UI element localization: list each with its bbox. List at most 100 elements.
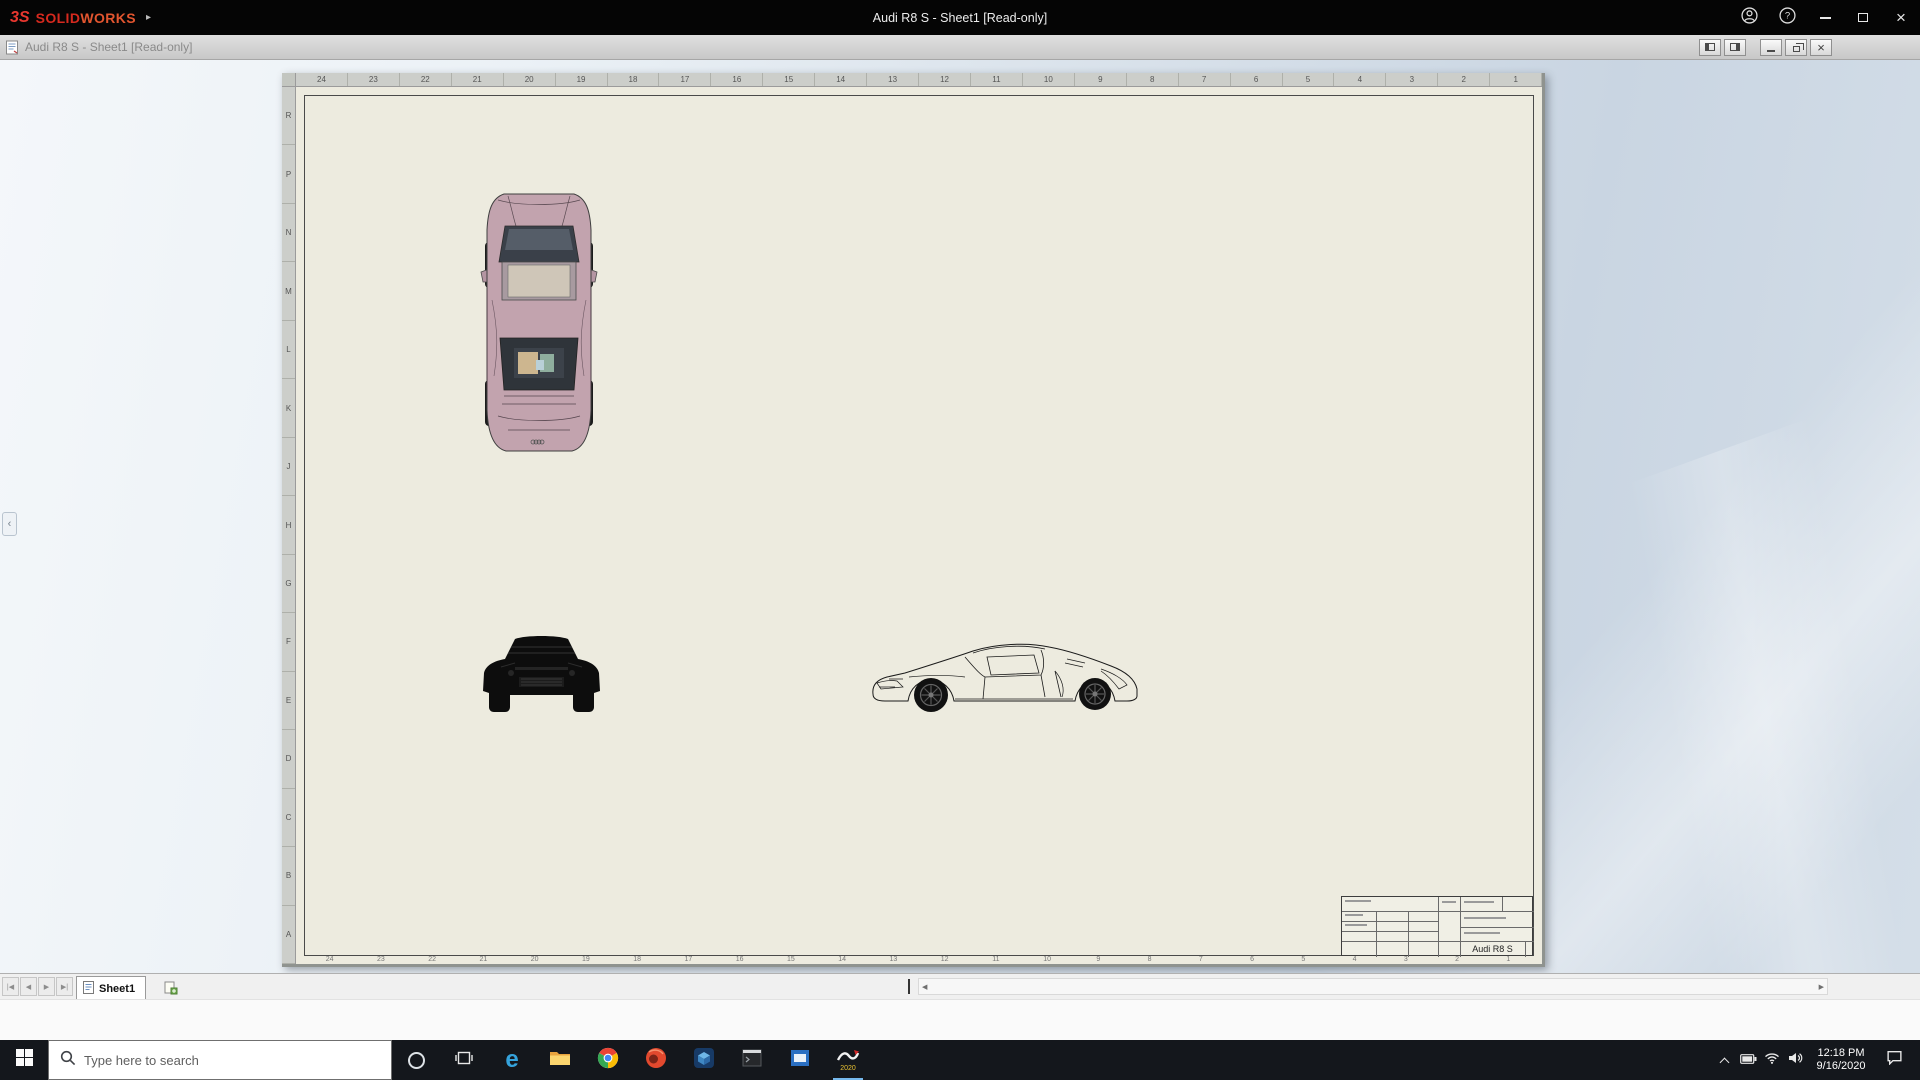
zone-cell-b: 19 bbox=[560, 955, 611, 964]
doc-minimize-button[interactable] bbox=[1760, 39, 1782, 56]
help-button[interactable]: ? bbox=[1768, 0, 1806, 35]
sheet-icon bbox=[83, 981, 94, 997]
action-center-button[interactable] bbox=[1874, 1040, 1914, 1080]
taskbar-clock[interactable]: 12:18 PM 9/16/2020 bbox=[1808, 1047, 1874, 1073]
tab-sheet1[interactable]: Sheet1 bbox=[76, 976, 146, 1000]
pane-left-icon bbox=[1705, 43, 1715, 51]
brand-flyout-arrow[interactable]: ▸ bbox=[146, 12, 151, 23]
drawing-view-top[interactable] bbox=[478, 190, 600, 456]
zone-cell: 8 bbox=[1127, 73, 1179, 86]
doc-close-icon: × bbox=[1817, 41, 1825, 54]
brand-solid: SOLID bbox=[36, 10, 81, 26]
zone-cell-b: 17 bbox=[663, 955, 714, 964]
scroll-left-icon[interactable]: ◀ bbox=[922, 983, 927, 991]
tray-expand-button[interactable] bbox=[1712, 1040, 1736, 1080]
minimize-button[interactable] bbox=[1806, 0, 1844, 35]
blue-window-app-button[interactable] bbox=[776, 1040, 824, 1080]
zone-cell: 19 bbox=[556, 73, 608, 86]
zone-cell-v: K bbox=[282, 379, 295, 437]
last-sheet-button[interactable]: ▶| bbox=[56, 977, 73, 996]
zone-cell-b: 14 bbox=[817, 955, 868, 964]
zone-cell-v: A bbox=[282, 906, 295, 964]
app-titlebar: 3S SOLIDWORKS ▸ Audi R8 S - Sheet1 [Read… bbox=[0, 0, 1920, 35]
title-block-part-name: Audi R8 S bbox=[1460, 941, 1525, 957]
graphics-viewport[interactable]: ‹ 24232221201918171615141312111098765432… bbox=[0, 60, 1920, 973]
zone-cell-v: B bbox=[282, 847, 295, 905]
battery-button[interactable] bbox=[1736, 1040, 1760, 1080]
zone-cell: 13 bbox=[867, 73, 919, 86]
document-window-controls: × bbox=[1696, 39, 1832, 56]
window-controls: ? × bbox=[1730, 0, 1920, 35]
brand-text: SOLIDWORKS bbox=[36, 10, 136, 26]
edge-icon: e bbox=[505, 1048, 518, 1072]
cortana-button[interactable] bbox=[392, 1040, 440, 1080]
zone-cell: 16 bbox=[711, 73, 763, 86]
solidworks-icon: 2020 bbox=[836, 1049, 860, 1072]
wifi-icon bbox=[1764, 1051, 1780, 1069]
maximize-button[interactable] bbox=[1844, 0, 1882, 35]
doc-close-button[interactable]: × bbox=[1810, 39, 1832, 56]
scroll-right-icon[interactable]: ▶ bbox=[1819, 983, 1824, 991]
action-center-icon bbox=[1886, 1050, 1903, 1070]
zone-cell-v: H bbox=[282, 496, 295, 554]
task-view-icon bbox=[455, 1049, 473, 1072]
drawing-sheet[interactable]: 242322212019181716151413121110987654321 bbox=[296, 87, 1542, 964]
file-explorer-button[interactable] bbox=[536, 1040, 584, 1080]
solidworks-logo: 3S SOLIDWORKS ▸ bbox=[0, 9, 230, 27]
search-input[interactable] bbox=[84, 1053, 380, 1068]
volume-button[interactable] bbox=[1784, 1040, 1808, 1080]
zone-cell: 14 bbox=[815, 73, 867, 86]
zone-cell-v: J bbox=[282, 438, 295, 496]
zone-cell-v: E bbox=[282, 672, 295, 730]
drawing-view-side[interactable] bbox=[869, 637, 1145, 716]
zone-cell-v: F bbox=[282, 613, 295, 671]
document-titlebar: Audi R8 S - Sheet1 [Read-only] × bbox=[0, 35, 1920, 60]
featuremanager-collapse-arrow[interactable]: ‹ bbox=[2, 512, 17, 536]
file-explorer-icon bbox=[549, 1049, 571, 1072]
horizontal-scrollbar[interactable]: ◀ ▶ bbox=[918, 978, 1828, 995]
zone-cell: 12 bbox=[919, 73, 971, 86]
zone-cell-b: 21 bbox=[458, 955, 509, 964]
zone-cell-b: 15 bbox=[765, 955, 816, 964]
next-sheet-button[interactable]: ▶ bbox=[38, 977, 55, 996]
sheet-tab-label: Sheet1 bbox=[99, 983, 135, 995]
blue-cube-app-icon bbox=[693, 1047, 715, 1074]
chrome-icon bbox=[597, 1047, 619, 1074]
task-view-button[interactable] bbox=[440, 1040, 488, 1080]
red-app-button[interactable] bbox=[632, 1040, 680, 1080]
zone-cell-b: 5 bbox=[1278, 955, 1329, 964]
network-button[interactable] bbox=[1760, 1040, 1784, 1080]
zone-cell: 11 bbox=[971, 73, 1023, 86]
cortana-icon bbox=[408, 1052, 425, 1069]
pane-toggle-right-button[interactable] bbox=[1724, 39, 1746, 56]
zone-cell-b: 8 bbox=[1124, 955, 1175, 964]
svg-text:?: ? bbox=[1784, 10, 1789, 21]
dark-window-app-button[interactable] bbox=[728, 1040, 776, 1080]
previous-sheet-button[interactable]: ◀ bbox=[20, 977, 37, 996]
minimize-icon bbox=[1820, 17, 1831, 19]
account-button[interactable] bbox=[1730, 0, 1768, 35]
zone-cell: 6 bbox=[1231, 73, 1283, 86]
zone-cell-b: 23 bbox=[355, 955, 406, 964]
chrome-button[interactable] bbox=[584, 1040, 632, 1080]
windows-taskbar: e bbox=[0, 1040, 1920, 1080]
close-button[interactable]: × bbox=[1882, 0, 1920, 35]
doc-restore-button[interactable] bbox=[1785, 39, 1807, 56]
document-title: Audi R8 S - Sheet1 [Read-only] bbox=[25, 40, 192, 54]
drawing-view-front[interactable] bbox=[481, 633, 603, 714]
zone-cell: 5 bbox=[1283, 73, 1335, 86]
zone-cell: 22 bbox=[400, 73, 452, 86]
add-sheet-button[interactable] bbox=[160, 978, 182, 998]
zone-cell: 4 bbox=[1334, 73, 1386, 86]
zone-cell-b: 11 bbox=[970, 955, 1021, 964]
start-button[interactable] bbox=[0, 1040, 48, 1080]
solidworks-taskbar-button[interactable]: 2020 bbox=[824, 1040, 872, 1080]
blue-cube-app-button[interactable] bbox=[680, 1040, 728, 1080]
first-sheet-button[interactable]: |◀ bbox=[2, 977, 19, 996]
title-block[interactable]: Audi R8 S bbox=[1341, 896, 1533, 956]
pane-toggle-left-button[interactable] bbox=[1699, 39, 1721, 56]
taskbar-search[interactable] bbox=[48, 1040, 392, 1080]
edge-button[interactable]: e bbox=[488, 1040, 536, 1080]
blue-window-app-icon bbox=[789, 1047, 811, 1074]
zone-cell: 9 bbox=[1075, 73, 1127, 86]
